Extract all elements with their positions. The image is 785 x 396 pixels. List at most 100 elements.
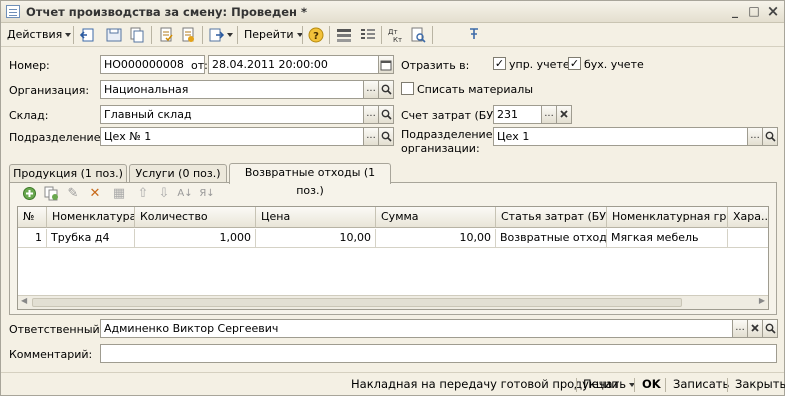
document-window: Отчет производства за смену: Проведен * …: [0, 0, 785, 396]
sort-ascending-icon[interactable]: A↓: [177, 186, 193, 202]
column-header-number[interactable]: №: [18, 207, 47, 228]
responsible-field[interactable]: Админенко Виктор Сергеевич: [100, 319, 733, 338]
column-header-characteristic[interactable]: Хара...: [728, 207, 768, 228]
post-and-close-icon[interactable]: [79, 26, 97, 44]
goto-label: Перейти: [244, 28, 294, 41]
division-select-button[interactable]: ...: [363, 127, 379, 146]
report-preview-icon[interactable]: [409, 26, 427, 44]
tab-products[interactable]: Продукция (1 поз.): [9, 164, 127, 183]
organization-open-button[interactable]: [378, 80, 394, 99]
list-settings-icon[interactable]: [359, 26, 377, 44]
responsible-clear-button[interactable]: [747, 319, 763, 338]
print-label: Печать: [583, 377, 627, 391]
org-division-open-button[interactable]: [762, 127, 778, 146]
org-division-select-button[interactable]: ...: [747, 127, 763, 146]
division-field[interactable]: Цех № 1: [100, 127, 364, 146]
calendar-icon: [380, 60, 392, 71]
movements-icon[interactable]: ДтКт: [386, 26, 404, 44]
scrollbar-thumb[interactable]: [32, 298, 682, 307]
scroll-right-icon[interactable]: ▶: [759, 296, 765, 305]
minimize-button[interactable]: _: [727, 4, 743, 19]
cost-account-select-button[interactable]: ...: [541, 105, 557, 124]
maximize-button[interactable]: □: [746, 4, 762, 19]
responsible-open-button[interactable]: [762, 319, 778, 338]
organization-select-button[interactable]: ...: [363, 80, 379, 99]
number-field[interactable]: НО000000008: [100, 55, 205, 74]
close-window-button[interactable]: ×: [765, 4, 781, 19]
search-icon: [381, 131, 392, 142]
column-header-quantity[interactable]: Количество: [135, 207, 256, 228]
cell-cost-item[interactable]: Возвратные отходы: [496, 229, 607, 248]
column-header-item[interactable]: Номенклатура: [47, 207, 135, 228]
unpost-document-icon[interactable]: [179, 26, 197, 44]
copy-document-icon[interactable]: [128, 26, 146, 44]
toolbar-separator: [381, 26, 382, 44]
scroll-left-icon[interactable]: ◀: [21, 296, 27, 305]
cost-account-clear-button[interactable]: [556, 105, 572, 124]
checkmark-icon: ✓: [494, 57, 505, 70]
toolbar-separator: [432, 26, 433, 44]
responsible-select-button[interactable]: ...: [732, 319, 748, 338]
close-button[interactable]: Закрыть: [735, 377, 785, 391]
add-row-icon[interactable]: [21, 186, 37, 202]
financial-accounting-label: бух. учете: [584, 58, 644, 71]
cell-number[interactable]: 1: [18, 229, 47, 248]
end-edit-icon[interactable]: ▦: [111, 186, 127, 202]
edit-row-icon[interactable]: ✎: [65, 186, 81, 202]
cell-sum[interactable]: 10,00: [376, 229, 496, 248]
search-icon: [381, 84, 392, 95]
comment-label: Комментарий:: [9, 348, 93, 361]
cell-price[interactable]: 10,00: [256, 229, 376, 248]
cell-item-group[interactable]: Мягкая мебель: [607, 229, 728, 248]
tab-returnable-waste[interactable]: Возвратные отходы (1 поз.): [229, 163, 391, 197]
calendar-button[interactable]: [378, 55, 394, 74]
search-icon: [381, 109, 392, 120]
division-label: Подразделение:: [9, 131, 105, 144]
window-title: Отчет производства за смену: Проведен *: [26, 5, 308, 19]
horizontal-scrollbar[interactable]: ◀ ▶: [18, 295, 768, 309]
column-header-price[interactable]: Цена: [256, 207, 376, 228]
write-off-materials-checkbox[interactable]: [401, 82, 414, 95]
warehouse-label: Склад:: [9, 109, 49, 122]
delete-row-icon[interactable]: ✕: [87, 186, 103, 202]
organization-field[interactable]: Национальная: [100, 80, 364, 99]
search-icon: [765, 323, 776, 334]
items-table[interactable]: № Номенклатура Количество Цена Сумма Ста…: [17, 206, 769, 310]
goto-menu[interactable]: Перейти: [244, 26, 303, 44]
search-icon: [765, 131, 776, 142]
chevron-down-icon: [65, 33, 72, 37]
cell-item[interactable]: Трубка д4: [47, 229, 135, 248]
invoice-button[interactable]: Накладная на передачу готовой продукции: [351, 377, 619, 391]
cell-quantity[interactable]: 1,000: [135, 229, 256, 248]
post-document-icon[interactable]: [157, 26, 175, 44]
help-icon[interactable]: ?: [307, 26, 325, 44]
warehouse-field[interactable]: Главный склад: [100, 105, 364, 124]
save-button[interactable]: Записать: [673, 377, 729, 391]
toolbar-separator: [73, 26, 74, 44]
copy-row-icon[interactable]: [43, 186, 59, 202]
document-icon: [6, 5, 20, 18]
cell-characteristic[interactable]: [728, 229, 768, 248]
date-field[interactable]: 28.04.2011 20:00:00: [208, 55, 379, 74]
org-division-field[interactable]: Цех 1: [493, 127, 755, 146]
pin-icon[interactable]: [465, 26, 483, 44]
create-based-on-button[interactable]: [208, 26, 234, 44]
ok-button[interactable]: OK: [642, 377, 661, 391]
save-icon[interactable]: [105, 26, 123, 44]
move-down-icon[interactable]: ⇩: [156, 186, 172, 202]
sort-descending-icon[interactable]: Я↓: [199, 186, 215, 202]
column-header-sum[interactable]: Сумма: [376, 207, 496, 228]
financial-accounting-checkbox[interactable]: ✓: [568, 57, 581, 70]
mgmt-accounting-checkbox[interactable]: ✓: [493, 57, 506, 70]
actions-menu[interactable]: Действия: [7, 26, 72, 44]
move-up-icon[interactable]: ⇧: [135, 186, 151, 202]
column-header-cost-item[interactable]: Статья затрат (БУ): [496, 207, 607, 228]
warehouse-open-button[interactable]: [378, 105, 394, 124]
division-open-button[interactable]: [378, 127, 394, 146]
column-header-item-group[interactable]: Номенклатурная гр...: [607, 207, 728, 228]
structure-icon[interactable]: [335, 26, 353, 44]
tab-services[interactable]: Услуги (0 поз.): [129, 164, 227, 183]
print-menu[interactable]: Печать: [583, 377, 636, 391]
warehouse-select-button[interactable]: ...: [363, 105, 379, 124]
comment-field[interactable]: [100, 344, 777, 363]
